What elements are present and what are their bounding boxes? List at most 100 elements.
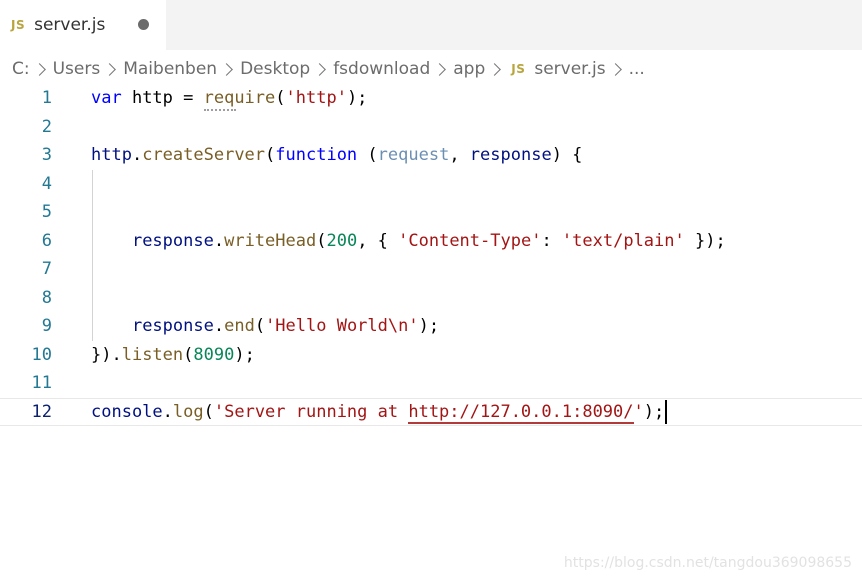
code-line[interactable]: 1 var http = require('http');	[0, 84, 862, 112]
token-function: require	[203, 88, 276, 108]
token-variable: response	[131, 316, 214, 336]
code-line[interactable]: 8	[0, 284, 862, 312]
token-plain: (	[357, 145, 378, 165]
code-line[interactable]: 6 response.writeHead(200, { 'Content-Typ…	[0, 227, 862, 255]
token-function: end	[224, 316, 255, 336]
token-number: 8090	[193, 344, 235, 365]
chevron-right-icon	[220, 62, 233, 76]
breadcrumb: C: Users Maibenben Desktop fsdownload ap…	[12, 56, 645, 82]
chevron-right-icon	[32, 62, 46, 76]
line-number: 2	[41, 116, 52, 137]
token-plain: );	[418, 316, 440, 336]
token-variable: http	[91, 145, 132, 165]
javascript-file-icon: JS	[511, 62, 526, 76]
token-string: 'Hello World\n'	[265, 316, 419, 336]
code-line[interactable]: 9 response.end('Hello World\n');	[0, 312, 862, 340]
chevron-right-icon	[313, 62, 327, 76]
token-string: 'http'	[285, 88, 347, 108]
code-editor[interactable]: 1 var http = require('http'); 2 3 http.c…	[0, 84, 862, 524]
line-number: 1	[41, 88, 52, 108]
breadcrumb-item-file[interactable]: server.js	[534, 59, 605, 79]
breadcrumb-item-app[interactable]: app	[453, 59, 485, 79]
chevron-right-icon	[103, 62, 117, 76]
token-plain: .	[213, 316, 225, 336]
line-number: 9	[41, 316, 52, 336]
token-plain: (	[316, 230, 327, 251]
breadcrumb-item-users[interactable]: Users	[53, 59, 101, 79]
token-link[interactable]: http://127.0.0.1:8090/	[408, 401, 634, 424]
code-line[interactable]: 3 http.createServer(function (request, r…	[0, 141, 862, 169]
token-plain: .	[131, 145, 143, 165]
token-plain: );	[234, 344, 255, 365]
token-string: '	[633, 401, 644, 422]
token-plain: });	[684, 230, 726, 251]
token-variable: console	[91, 401, 163, 422]
token-parameter: response	[469, 145, 552, 165]
code-line[interactable]: 2	[0, 113, 862, 141]
unsaved-dot-icon[interactable]	[138, 19, 149, 30]
line-number: 4	[41, 173, 52, 194]
code-line[interactable]: 11	[0, 369, 862, 397]
code-line-active[interactable]: 12 console.log('Server running at http:/…	[0, 397, 862, 426]
token-keyword: function	[275, 145, 358, 165]
token-plain: (	[203, 401, 214, 422]
token-function: writeHead	[224, 230, 317, 251]
line-number: 5	[41, 202, 52, 222]
token-variable: response	[131, 230, 214, 251]
token-function: log	[172, 401, 204, 422]
code-line[interactable]: 7	[0, 255, 862, 283]
token-plain: http =	[121, 88, 204, 108]
token-plain: ,	[449, 145, 470, 165]
breadcrumb-item-fsdownload[interactable]: fsdownload	[333, 59, 430, 79]
code-line[interactable]: 10 }).listen(8090);	[0, 341, 862, 369]
token-plain: }).	[91, 344, 122, 365]
token-string: 'Content-Type'	[398, 230, 542, 251]
token-plain: (	[265, 145, 276, 165]
code-text: console.log('Server running at http://12…	[91, 399, 668, 424]
chevron-right-icon	[433, 62, 447, 76]
token-plain: );	[346, 88, 368, 108]
token-plain: );	[643, 401, 665, 422]
breadcrumb-item-desktop[interactable]: Desktop	[240, 59, 310, 79]
token-plain: (	[275, 88, 286, 108]
line-number: 8	[41, 287, 52, 308]
line-number: 3	[41, 145, 52, 165]
code-line[interactable]: 4	[0, 170, 862, 198]
tab-bar: JS server.js	[0, 0, 862, 50]
watermark: https://blog.csdn.net/tangdou369098655	[563, 555, 852, 571]
code-line[interactable]: 5	[0, 198, 862, 226]
token-plain: .	[162, 401, 173, 422]
token-function: createServer	[142, 145, 266, 165]
line-number: 10	[31, 344, 52, 365]
token-number: 200	[326, 230, 358, 251]
line-number: 7	[41, 259, 52, 279]
token-plain: (	[254, 316, 266, 336]
token-plain: (	[183, 344, 194, 365]
token-string: 'text/plain'	[561, 230, 685, 251]
code-text: response.end('Hello World\n');	[91, 316, 439, 336]
line-number: 12	[31, 401, 52, 422]
code-text: var http = require('http');	[91, 88, 367, 108]
tab-server-js[interactable]: JS server.js	[0, 0, 166, 50]
tab-label: server.js	[34, 15, 106, 35]
code-text: response.writeHead(200, { 'Content-Type'…	[91, 231, 726, 251]
chevron-right-icon	[488, 62, 502, 76]
text-cursor	[665, 399, 668, 424]
breadcrumb-item-drive[interactable]: C:	[12, 59, 30, 79]
javascript-file-icon: JS	[11, 18, 26, 32]
breadcrumb-item-user[interactable]: Maibenben	[123, 59, 217, 79]
token-parameter: request	[377, 145, 450, 165]
token-plain: .	[213, 230, 225, 251]
token-plain: ) {	[551, 145, 583, 165]
line-number: 6	[41, 230, 52, 251]
token-function: listen	[121, 344, 184, 365]
line-number: 11	[31, 373, 52, 393]
token-keyword: var	[91, 88, 122, 108]
code-text: http.createServer(function (request, res…	[91, 145, 582, 165]
token-plain: :	[541, 230, 562, 251]
breadcrumb-more[interactable]: ...	[629, 59, 645, 79]
token-plain: , {	[357, 230, 399, 251]
chevron-right-icon	[608, 62, 622, 76]
